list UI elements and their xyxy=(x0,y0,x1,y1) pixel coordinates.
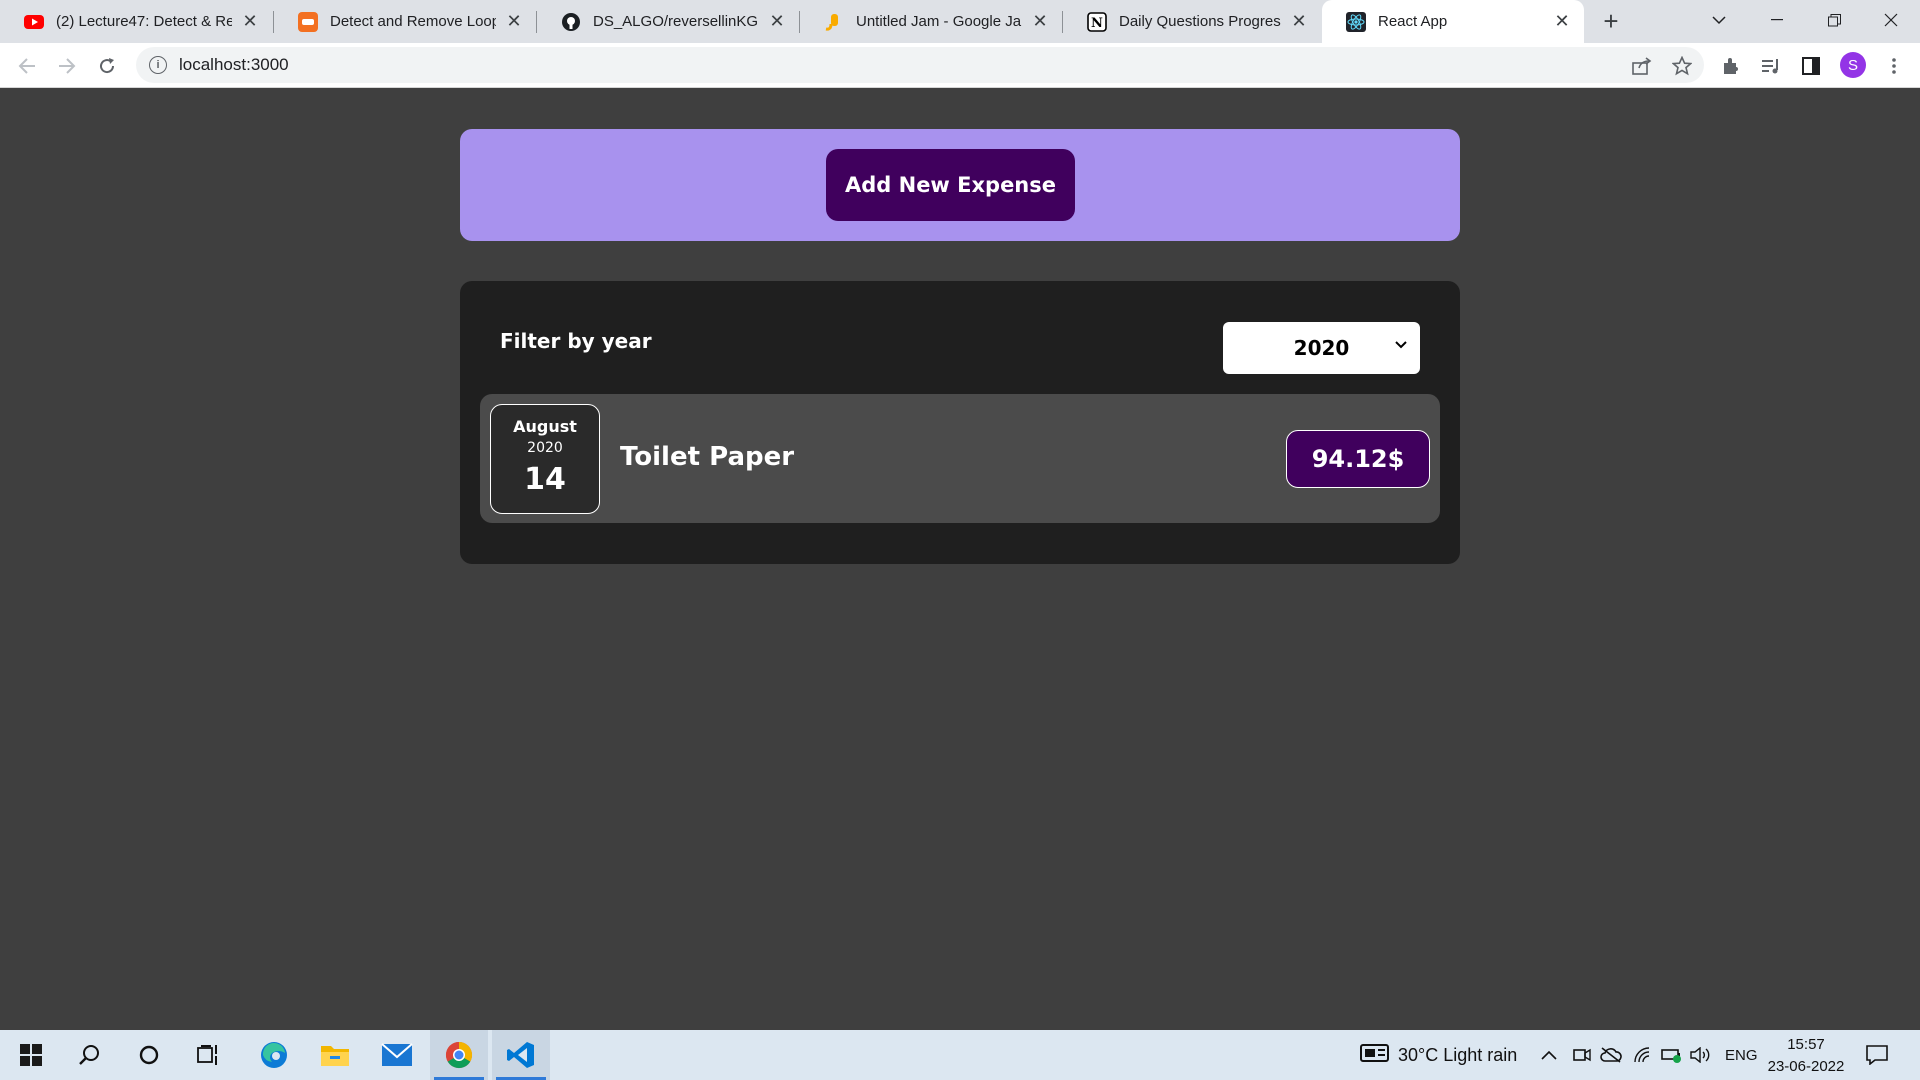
expense-date: August 2020 14 xyxy=(490,404,600,514)
chrome-taskbar-icon[interactable] xyxy=(430,1030,488,1080)
close-icon[interactable]: ✕ xyxy=(767,11,787,32)
minimize-button[interactable] xyxy=(1748,0,1806,40)
coding-ninjas-icon xyxy=(298,11,318,32)
url-text: localhost:3000 xyxy=(179,55,289,74)
filter-label: Filter by year xyxy=(500,329,652,353)
battery-charging-icon[interactable] xyxy=(1661,1030,1683,1080)
extensions-icon[interactable] xyxy=(1717,52,1745,80)
tab-youtube-lecture[interactable]: (2) Lecture47: Detect & Remove Loop ✕ xyxy=(0,0,272,43)
tab-search-chevron-icon[interactable] xyxy=(1690,0,1748,40)
input-language[interactable]: ENG xyxy=(1725,1030,1758,1080)
chrome-menu-icon[interactable] xyxy=(1880,52,1908,80)
close-icon[interactable]: ✕ xyxy=(504,11,524,32)
clock-time: 15:57 xyxy=(1787,1036,1825,1053)
file-explorer-icon[interactable] xyxy=(306,1030,364,1080)
close-icon[interactable]: ✕ xyxy=(240,11,260,32)
meet-now-icon[interactable] xyxy=(1573,1030,1591,1080)
browser-tab-strip: (2) Lecture47: Detect & Remove Loop ✕ De… xyxy=(0,0,1920,43)
tab-github[interactable]: DS_ALGO/reversellinKGroup ✕ xyxy=(537,0,799,43)
tab-label: Untitled Jam - Google Jamboard xyxy=(856,13,1022,30)
clock-date: 23-06-2022 xyxy=(1767,1058,1845,1075)
site-info-icon[interactable]: i xyxy=(149,56,167,74)
close-icon[interactable]: ✕ xyxy=(1552,11,1572,32)
search-icon[interactable] xyxy=(60,1030,118,1080)
side-panel-icon[interactable] xyxy=(1797,52,1825,80)
weather-widget[interactable]: 30°C Light rain xyxy=(1360,1030,1517,1080)
onedrive-offline-icon[interactable] xyxy=(1600,1030,1622,1080)
chevron-down-icon xyxy=(1394,338,1408,352)
tab-react-app[interactable]: React App ✕ xyxy=(1322,0,1584,43)
back-arrow-icon[interactable] xyxy=(12,51,42,81)
expense-title: Toilet Paper xyxy=(620,442,795,472)
expense-price: 94.12$ xyxy=(1286,430,1430,488)
tab-detect-remove-loop[interactable]: Detect and Remove Loop ✕ xyxy=(274,0,536,43)
notifications-icon[interactable] xyxy=(1866,1030,1888,1080)
add-new-expense-button[interactable]: Add New Expense xyxy=(826,149,1075,221)
media-queue-icon[interactable] xyxy=(1757,52,1785,80)
windows-taskbar: 30°C Light rain ENG 15:57 23-06-2022 xyxy=(0,1030,1920,1080)
tab-label: React App xyxy=(1378,13,1448,30)
youtube-icon xyxy=(24,12,44,32)
cortana-icon[interactable] xyxy=(120,1030,178,1080)
tab-label: Daily Questions Progress | Notion xyxy=(1119,13,1281,30)
tab-notion[interactable]: N Daily Questions Progress | Notion ✕ xyxy=(1063,0,1321,43)
address-toolbar: i localhost:3000 xyxy=(0,43,1920,88)
new-tab-button[interactable]: + xyxy=(1596,6,1626,36)
react-icon xyxy=(1346,11,1366,32)
reload-icon[interactable] xyxy=(92,51,122,81)
year-filter-select[interactable]: 2020 xyxy=(1223,322,1420,374)
expense-date-year: 2020 xyxy=(527,440,563,456)
github-icon xyxy=(561,12,581,32)
edge-browser-icon[interactable] xyxy=(245,1030,303,1080)
windows-start-icon[interactable] xyxy=(2,1030,60,1080)
expense-item[interactable]: August 2020 14 Toilet Paper 94.12$ xyxy=(480,394,1440,523)
jamboard-icon xyxy=(824,12,844,32)
expense-date-month: August xyxy=(513,417,577,436)
close-window-button[interactable] xyxy=(1862,0,1920,40)
share-icon[interactable] xyxy=(1628,52,1656,80)
omnibox[interactable]: i localhost:3000 xyxy=(136,47,1704,83)
new-expense-panel: Add New Expense xyxy=(460,129,1460,241)
tab-jamboard[interactable]: Untitled Jam - Google Jamboard ✕ xyxy=(800,0,1062,43)
vscode-icon[interactable] xyxy=(492,1030,550,1080)
restore-button[interactable] xyxy=(1805,0,1863,40)
notion-icon: N xyxy=(1087,11,1107,32)
weather-text: 30°C Light rain xyxy=(1398,1044,1518,1065)
forward-arrow-icon[interactable] xyxy=(52,51,82,81)
close-icon[interactable]: ✕ xyxy=(1030,11,1050,32)
tab-label: DS_ALGO/reversellinKGroup xyxy=(593,13,759,30)
task-view-icon[interactable] xyxy=(180,1030,238,1080)
tab-label: Detect and Remove Loop xyxy=(330,13,496,30)
expense-date-day: 14 xyxy=(524,462,566,497)
clock[interactable]: 15:57 23-06-2022 xyxy=(1760,1034,1852,1078)
show-hidden-icons-chevron-icon[interactable] xyxy=(1541,1030,1557,1080)
mail-icon[interactable] xyxy=(368,1030,426,1080)
wifi-icon[interactable] xyxy=(1633,1030,1651,1080)
bookmark-star-icon[interactable] xyxy=(1668,52,1696,80)
weather-icon xyxy=(1360,1043,1390,1068)
svg-text:N: N xyxy=(1091,16,1103,31)
selected-year: 2020 xyxy=(1293,336,1350,360)
volume-icon[interactable] xyxy=(1690,1030,1712,1080)
tab-label: (2) Lecture47: Detect & Remove Loop xyxy=(56,13,232,30)
profile-avatar[interactable]: S xyxy=(1840,52,1866,78)
expenses-panel: Filter by year 2020 August 2020 14 Toile… xyxy=(460,281,1460,564)
close-icon[interactable]: ✕ xyxy=(1289,11,1309,32)
